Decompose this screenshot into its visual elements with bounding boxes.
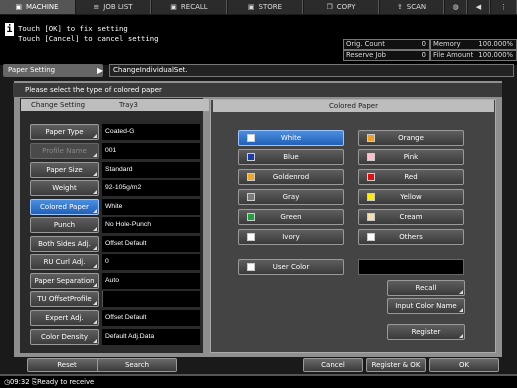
cancel-button[interactable]: Cancel bbox=[303, 358, 363, 372]
paper-size-value: Standard bbox=[102, 162, 200, 178]
color-red-button[interactable]: Red bbox=[358, 169, 464, 185]
color-orange-button[interactable]: Orange bbox=[358, 130, 464, 146]
green-swatch bbox=[247, 213, 255, 221]
color-cream-button[interactable]: Cream bbox=[358, 209, 464, 225]
info-icon: i bbox=[5, 23, 14, 36]
tu-offset-profile-button[interactable]: TU OffsetProfile bbox=[30, 291, 99, 307]
color-goldenrod-button[interactable]: Goldenrod bbox=[238, 169, 344, 185]
red-swatch bbox=[367, 173, 375, 181]
expert-adj-button[interactable]: Expert Adj. bbox=[30, 310, 99, 326]
color-pink-button[interactable]: Pink bbox=[358, 149, 464, 165]
input-color-name-button[interactable]: Input Color Name bbox=[387, 298, 465, 314]
breadcrumb-arrow-icon: ▶ bbox=[97, 66, 104, 75]
profile-name-value: 001 bbox=[102, 143, 200, 159]
memory: Memory 100.000% bbox=[430, 39, 517, 50]
reserve-job: Reserve Job 0 bbox=[343, 50, 430, 61]
paper-size-button[interactable]: Paper Size bbox=[30, 162, 99, 178]
ru-curl-adj-value: 0 bbox=[102, 254, 200, 270]
paper-type-value: Coated-G bbox=[102, 124, 200, 140]
globe-button[interactable]: ◍ bbox=[445, 0, 467, 14]
user-color-swatch bbox=[247, 263, 255, 271]
colored-paper-header: Colored Paper bbox=[213, 100, 494, 112]
ru-curl-adj-button[interactable]: RU Curl Adj. bbox=[30, 254, 99, 270]
recall-button[interactable]: Recall bbox=[387, 280, 465, 296]
prompt-text: Please select the type of colored paper bbox=[13, 83, 502, 97]
orange-swatch bbox=[367, 134, 375, 142]
ivory-swatch bbox=[247, 233, 255, 241]
status-bar: ◷09:32 ⎘Ready to receive bbox=[0, 376, 517, 388]
message-line-2: Touch [Cancel] to cancel setting bbox=[18, 34, 159, 43]
punch-button[interactable]: Punch bbox=[30, 217, 99, 233]
search-button[interactable]: Search bbox=[97, 358, 177, 372]
orig-count: Orig. Count 0 bbox=[343, 39, 430, 50]
printer-icon: ▣ bbox=[247, 3, 255, 11]
tab-recall[interactable]: ▣ RECALL bbox=[152, 0, 227, 14]
color-ivory-button[interactable]: Ivory bbox=[238, 229, 344, 245]
color-green-button[interactable]: Green bbox=[238, 209, 344, 225]
speaker-icon: ◀ bbox=[475, 3, 482, 11]
blue-swatch bbox=[247, 153, 255, 161]
colored-paper-value: White bbox=[102, 199, 200, 215]
weight-button[interactable]: Weight bbox=[30, 180, 99, 196]
both-sides-adj-value: Offset Default bbox=[102, 236, 200, 252]
tab-copy[interactable]: ❐ COPY bbox=[304, 0, 379, 14]
reset-button[interactable]: Reset bbox=[27, 358, 107, 372]
profile-name-button[interactable]: Profile Name bbox=[30, 143, 99, 159]
color-density-button[interactable]: Color Density bbox=[30, 329, 99, 345]
tu-offset-profile-value bbox=[102, 291, 200, 307]
color-gray-button[interactable]: Gray bbox=[238, 189, 344, 205]
tab-machine[interactable]: ▣ MACHINE bbox=[0, 0, 75, 14]
printer-icon: ▣ bbox=[15, 3, 23, 11]
scan-icon: ⇪ bbox=[396, 3, 403, 11]
paper-type-button[interactable]: Paper Type bbox=[30, 124, 99, 140]
cream-swatch bbox=[367, 213, 375, 221]
breadcrumb-current: ChangeIndividualSet. bbox=[109, 64, 514, 77]
printer-icon: ▣ bbox=[170, 3, 177, 11]
punch-value: No Hole-Punch bbox=[102, 217, 200, 233]
register-button[interactable]: Register bbox=[387, 324, 465, 340]
tab-job-list[interactable]: ≡ JOB LIST bbox=[76, 0, 151, 14]
settings-header: Change Setting Tray3 bbox=[21, 99, 209, 111]
copy-icon: ❐ bbox=[326, 3, 333, 11]
gray-swatch bbox=[247, 193, 255, 201]
user-color-name-field bbox=[358, 259, 464, 275]
tab-scan[interactable]: ⇪ SCAN bbox=[380, 0, 444, 14]
color-blue-button[interactable]: Blue bbox=[238, 149, 344, 165]
message-line-1: Touch [OK] to fix setting bbox=[18, 24, 128, 33]
paper-separation-button[interactable]: Paper Separation bbox=[30, 273, 99, 289]
paper-separation-value: Auto bbox=[102, 273, 200, 289]
ok-button[interactable]: OK bbox=[429, 358, 499, 372]
file-amount: File Amount 100.000% bbox=[430, 50, 517, 61]
globe-icon: ◍ bbox=[452, 3, 459, 11]
breadcrumb: Paper Setting ▶ ChangeIndividualSet. bbox=[3, 64, 514, 77]
both-sides-adj-button[interactable]: Both Sides Adj. bbox=[30, 236, 99, 252]
colored-paper-button[interactable]: Colored Paper bbox=[30, 199, 99, 215]
tab-store[interactable]: ▣ STORE bbox=[228, 0, 303, 14]
weight-value: 92-105g/m2 bbox=[102, 180, 200, 196]
others-swatch bbox=[367, 233, 375, 241]
color-others-button[interactable]: Others bbox=[358, 229, 464, 245]
user-color-button[interactable]: User Color bbox=[238, 259, 344, 275]
more-icon: ⋮ bbox=[500, 3, 507, 11]
yellow-swatch bbox=[367, 193, 375, 201]
white-swatch bbox=[247, 134, 255, 142]
breadcrumb-paper-setting[interactable]: Paper Setting bbox=[3, 64, 103, 77]
speaker-button[interactable]: ◀ bbox=[468, 0, 490, 14]
goldenrod-swatch bbox=[247, 173, 255, 181]
color-yellow-button[interactable]: Yellow bbox=[358, 189, 464, 205]
pink-swatch bbox=[367, 153, 375, 161]
expert-adj-value: Offset Default bbox=[102, 310, 200, 326]
register-ok-button[interactable]: Register & OK bbox=[366, 358, 426, 372]
more-button[interactable]: ⋮ bbox=[491, 0, 517, 14]
color-density-value: Default Adj.Data bbox=[102, 329, 200, 345]
screen: ▣ MACHINE ≡ JOB LIST ▣ RECALL ▣ STORE ❐ COPY … bbox=[0, 0, 517, 388]
color-white-button[interactable]: White bbox=[238, 130, 344, 146]
list-icon: ≡ bbox=[93, 3, 100, 11]
